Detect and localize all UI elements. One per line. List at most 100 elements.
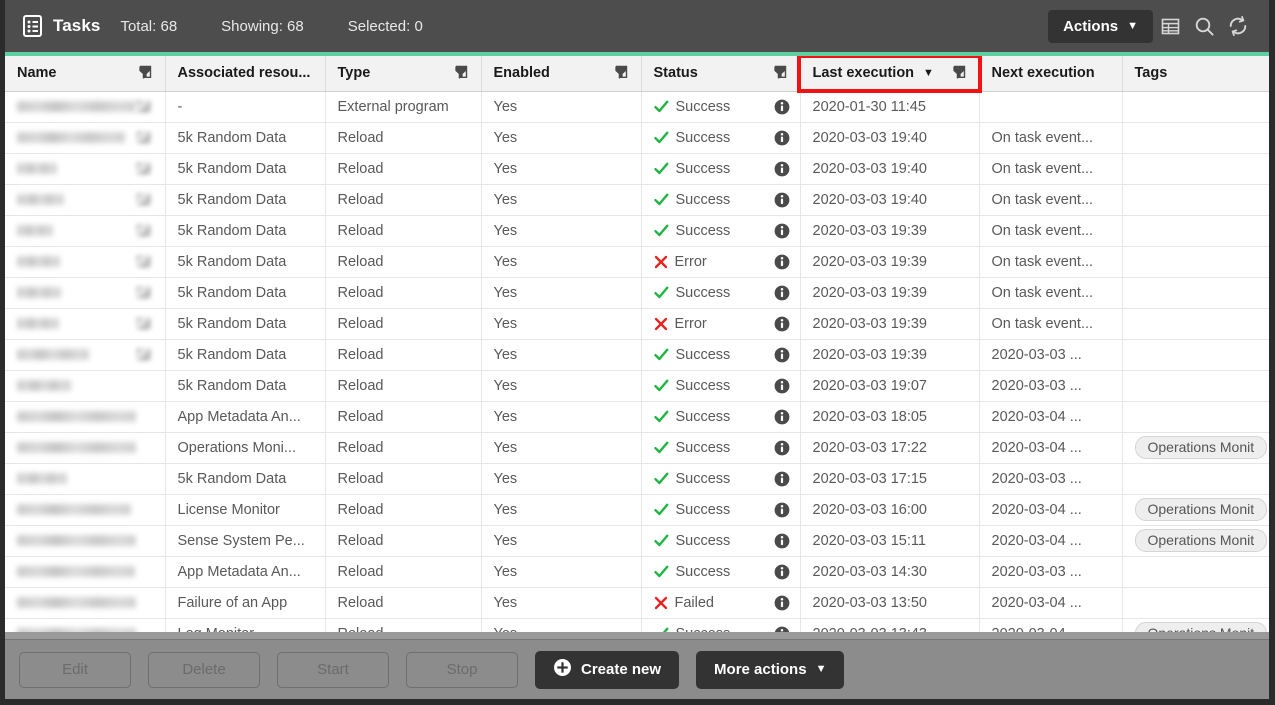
cell-status: Success — [641, 277, 800, 308]
status-label: Success — [676, 564, 731, 580]
success-check-icon — [654, 565, 669, 579]
column-header-next-execution[interactable]: Next execution — [979, 56, 1122, 91]
cell-name — [5, 308, 165, 339]
cell-type: Reload — [325, 308, 481, 339]
cell-type: Reload — [325, 587, 481, 618]
cell-last-execution: 2020-03-03 19:40 — [800, 122, 979, 153]
table-row[interactable]: 5k Random DataReloadYesSuccess2020-03-03… — [5, 215, 1269, 246]
redacted-task-name — [17, 92, 155, 122]
create-new-label: Create new — [581, 661, 661, 678]
cell-enabled: Yes — [481, 308, 641, 339]
table-row[interactable]: App Metadata An...ReloadYesSuccess2020-0… — [5, 556, 1269, 587]
cell-next-execution: 2020-03-04 ... — [979, 525, 1122, 556]
table-row[interactable]: 5k Random DataReloadYesError2020-03-03 1… — [5, 246, 1269, 277]
cell-enabled: Yes — [481, 339, 641, 370]
cell-associated-resource: 5k Random Data — [165, 215, 325, 246]
table-row[interactable]: 5k Random DataReloadYesSuccess2020-03-03… — [5, 463, 1269, 494]
cell-enabled: Yes — [481, 91, 641, 122]
table-row[interactable]: 5k Random DataReloadYesSuccess2020-03-03… — [5, 277, 1269, 308]
cell-tags — [1122, 215, 1269, 246]
cell-associated-resource: 5k Random Data — [165, 339, 325, 370]
redacted-task-name — [17, 123, 155, 153]
redacted-row-icon — [136, 286, 151, 299]
table-row[interactable]: 5k Random DataReloadYesSuccess2020-03-03… — [5, 339, 1269, 370]
redacted-row-icon — [136, 255, 151, 268]
table-row[interactable]: 5k Random DataReloadYesSuccess2020-03-03… — [5, 122, 1269, 153]
tag-badge[interactable]: Operations Monit — [1135, 529, 1268, 552]
table-body: -External programYesSuccess2020-01-30 11… — [5, 91, 1269, 639]
table-row[interactable]: Sense System Pe...ReloadYesSuccess2020-0… — [5, 525, 1269, 556]
redacted-row-icon — [136, 317, 151, 330]
info-icon — [774, 161, 790, 177]
cell-status: Success — [641, 525, 800, 556]
table-row[interactable]: Failure of an AppReloadYesFailed2020-03-… — [5, 587, 1269, 618]
redacted-task-name — [17, 402, 155, 432]
edit-button[interactable]: Edit — [19, 652, 131, 688]
column-header-status[interactable]: Status — [641, 56, 800, 91]
tasks-table: NameAssociated resou... Type EnabledStatus… — [5, 56, 1269, 639]
cell-type: Reload — [325, 277, 481, 308]
actions-button[interactable]: Actions ▼ — [1048, 10, 1153, 43]
success-check-icon — [654, 503, 669, 517]
table-row[interactable]: -External programYesSuccess2020-01-30 11… — [5, 91, 1269, 122]
info-icon — [774, 285, 790, 301]
tag-badge[interactable]: Operations Monit — [1135, 436, 1268, 459]
status-label: Success — [676, 161, 731, 177]
chevron-down-icon: ▼ — [816, 664, 827, 675]
column-header-label: Type — [338, 65, 371, 81]
cell-name — [5, 184, 165, 215]
cell-tags: Operations Monit — [1122, 525, 1269, 556]
cell-next-execution: On task event... — [979, 122, 1122, 153]
column-header-label: Tags — [1135, 65, 1168, 81]
cell-name — [5, 587, 165, 618]
table-row[interactable]: 5k Random DataReloadYesError2020-03-03 1… — [5, 308, 1269, 339]
info-icon — [774, 502, 790, 518]
start-button[interactable]: Start — [277, 652, 389, 688]
column-header-tags[interactable]: Tags — [1122, 56, 1269, 91]
cell-type: Reload — [325, 401, 481, 432]
stop-button[interactable]: Stop — [406, 652, 518, 688]
cell-enabled: Yes — [481, 494, 641, 525]
cell-tags — [1122, 370, 1269, 401]
column-header-associated-resou[interactable]: Associated resou... — [165, 56, 325, 91]
cell-last-execution: 2020-03-03 13:50 — [800, 587, 979, 618]
cell-associated-resource: Sense System Pe... — [165, 525, 325, 556]
create-new-button[interactable]: Create new — [535, 651, 679, 689]
sort-descending-icon[interactable]: ▼ — [923, 67, 934, 79]
table-header-row: NameAssociated resou... Type EnabledStatus… — [5, 56, 1269, 91]
status-label: Success — [676, 130, 731, 146]
table-row[interactable]: 5k Random DataReloadYesSuccess2020-03-03… — [5, 184, 1269, 215]
tasks-table-container[interactable]: NameAssociated resou... Type EnabledStatus… — [5, 56, 1269, 639]
info-icon — [774, 595, 790, 611]
table-row[interactable]: App Metadata An...ReloadYesSuccess2020-0… — [5, 401, 1269, 432]
cell-tags — [1122, 277, 1269, 308]
horizontal-scrollbar[interactable] — [5, 632, 1269, 639]
table-row[interactable]: License MonitorReloadYesSuccess2020-03-0… — [5, 494, 1269, 525]
refresh-icon[interactable] — [1221, 9, 1255, 43]
delete-button[interactable]: Delete — [148, 652, 260, 688]
table-row[interactable]: 5k Random DataReloadYesSuccess2020-03-03… — [5, 370, 1269, 401]
success-check-icon — [654, 348, 669, 362]
tag-badge[interactable]: Operations Monit — [1135, 498, 1268, 521]
table-row[interactable]: 5k Random DataReloadYesSuccess2020-03-03… — [5, 153, 1269, 184]
table-view-icon[interactable] — [1153, 9, 1187, 43]
column-header-name[interactable]: Name — [5, 56, 165, 91]
cell-last-execution: 2020-03-03 16:00 — [800, 494, 979, 525]
more-actions-button[interactable]: More actions ▼ — [696, 651, 844, 689]
cell-type: Reload — [325, 463, 481, 494]
status-label: Success — [676, 99, 731, 115]
info-icon — [774, 99, 790, 115]
search-icon[interactable] — [1187, 9, 1221, 43]
cell-next-execution: 2020-03-03 ... — [979, 556, 1122, 587]
column-header-enabled[interactable]: Enabled — [481, 56, 641, 91]
status-label: Success — [676, 192, 731, 208]
cell-next-execution: 2020-03-03 ... — [979, 370, 1122, 401]
info-icon — [774, 409, 790, 425]
cell-last-execution: 2020-03-03 19:39 — [800, 277, 979, 308]
table-row[interactable]: Operations Moni...ReloadYesSuccess2020-0… — [5, 432, 1269, 463]
column-header-type[interactable]: Type — [325, 56, 481, 91]
showing-count: Showing: 68 — [221, 18, 304, 35]
status-label: Success — [676, 378, 731, 394]
cell-last-execution: 2020-03-03 19:39 — [800, 246, 979, 277]
column-header-last-execution[interactable]: Last execution▼ — [800, 56, 979, 91]
